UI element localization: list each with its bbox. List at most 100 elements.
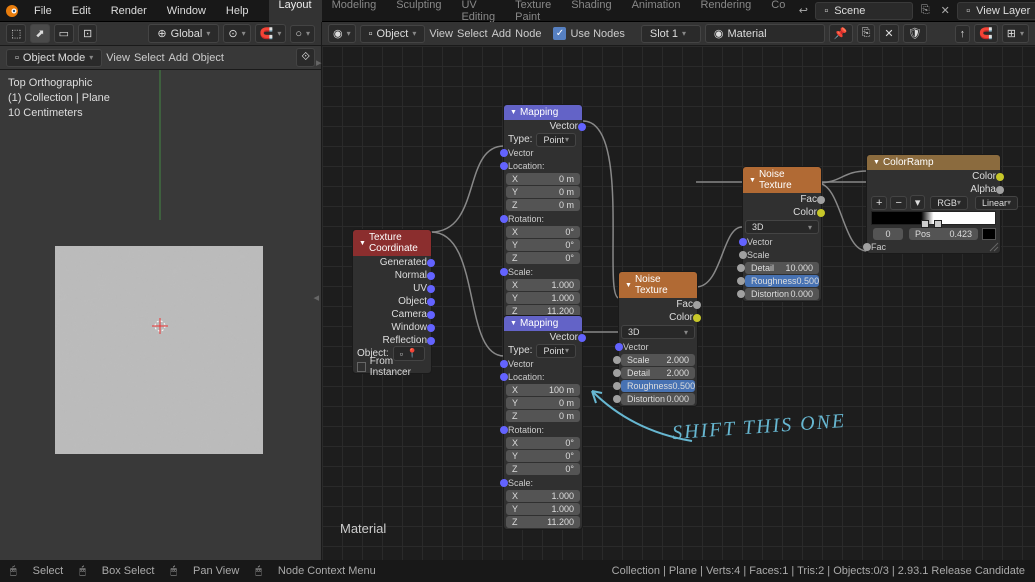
shader-editor-icon[interactable]: ◉▾ xyxy=(328,24,356,43)
socket-rotation-in[interactable] xyxy=(500,426,508,434)
scale-y[interactable]: Y1.000 xyxy=(506,292,580,304)
viewport-menu-object[interactable]: Object xyxy=(192,52,224,64)
dimensions-dropdown[interactable]: 3D▾ xyxy=(621,325,695,339)
cursor-tool-icon[interactable]: ⬈ xyxy=(30,24,49,43)
socket-scale-in[interactable] xyxy=(500,479,508,487)
snap-nodes-icon[interactable]: 🧲 xyxy=(974,24,998,43)
scene-selector[interactable]: ▫ xyxy=(815,2,913,20)
new-material-icon[interactable]: ⎘ xyxy=(857,24,876,43)
node-header[interactable]: ▼Noise Texture xyxy=(743,167,821,193)
scale-y[interactable]: Y1.000 xyxy=(506,503,580,515)
scene-name-input[interactable] xyxy=(834,5,904,17)
orientation-dropdown[interactable]: ⊕ Global ▾ xyxy=(148,24,219,43)
material-selector[interactable]: ◉ Material xyxy=(705,24,825,43)
dimensions-dropdown[interactable]: 3D▾ xyxy=(745,220,819,234)
node-menu-node[interactable]: Node xyxy=(515,28,541,40)
expand-arrow-icon[interactable]: ▸ xyxy=(316,56,322,69)
viewport-menu-view[interactable]: View xyxy=(106,52,130,64)
pivot-icon[interactable]: ⊙▾ xyxy=(223,24,250,43)
viewport-canvas[interactable] xyxy=(0,70,321,560)
socket-generated[interactable] xyxy=(427,259,435,267)
new-scene-icon[interactable]: ⎘ xyxy=(917,3,933,19)
rot-x[interactable]: X0° xyxy=(506,437,580,449)
slot-dropdown[interactable]: Slot 1▾ xyxy=(641,25,701,43)
menu-window[interactable]: Window xyxy=(157,2,216,20)
rot-z[interactable]: Z0° xyxy=(506,252,580,264)
node-menu-view[interactable]: View xyxy=(429,28,453,40)
type-dropdown[interactable]: Point▾ xyxy=(536,133,576,147)
socket-fac[interactable] xyxy=(693,301,701,309)
node-noise-texture-2[interactable]: ▼Noise Texture Fac Color 3D▾ Vector Scal… xyxy=(742,166,822,302)
socket-location-in[interactable] xyxy=(500,373,508,381)
parent-icon[interactable]: ↑ xyxy=(955,25,971,43)
node-mapping-2[interactable]: ▼Mapping Vector Type:Point▾ Vector Locat… xyxy=(503,315,583,530)
colormode-dropdown[interactable]: RGB▾ xyxy=(930,196,968,210)
use-nodes-toggle[interactable]: Use Nodes xyxy=(553,27,624,40)
node-header[interactable]: ▼Mapping xyxy=(504,316,582,331)
socket-roughness[interactable] xyxy=(737,277,745,285)
select-mode-icon[interactable]: ⊡ xyxy=(78,24,97,43)
viewlayer-selector[interactable]: ▫ xyxy=(957,2,1035,20)
menu-help[interactable]: Help xyxy=(216,2,259,20)
editor-type-icon[interactable]: ⬚ xyxy=(6,24,26,43)
roughness-field[interactable]: Roughness0.500 xyxy=(621,380,695,392)
unlink-icon[interactable]: ✕ xyxy=(879,24,898,43)
socket-vector-out[interactable] xyxy=(578,123,586,131)
loc-z[interactable]: Z0 m xyxy=(506,410,580,422)
menu-render[interactable]: Render xyxy=(101,2,157,20)
back-icon[interactable]: ↩ xyxy=(795,3,811,19)
node-header[interactable]: ▼Noise Texture xyxy=(619,272,697,298)
overlay-icon[interactable]: ⊞▾ xyxy=(1002,24,1029,43)
socket-fac-in[interactable] xyxy=(863,243,871,251)
mode-dropdown[interactable]: ▫ Object Mode ▾ xyxy=(6,49,102,67)
detail-field[interactable]: Detail2.000 xyxy=(621,367,695,379)
scale-field[interactable]: Scale2.000 xyxy=(621,354,695,366)
proportional-icon[interactable]: ○▾ xyxy=(290,25,315,43)
rot-z[interactable]: Z0° xyxy=(506,463,580,475)
node-mapping-1[interactable]: ▼Mapping Vector Type:Point▾ Vector Locat… xyxy=(503,104,583,319)
socket-reflection[interactable] xyxy=(427,337,435,345)
add-stop-icon[interactable]: + xyxy=(871,196,887,210)
detail-field[interactable]: Detail10.000 xyxy=(745,262,819,274)
loc-x[interactable]: X100 m xyxy=(506,384,580,396)
socket-color[interactable] xyxy=(996,173,1004,181)
node-header[interactable]: ▼Texture Coordinate xyxy=(353,230,431,256)
viewport-menu-add[interactable]: Add xyxy=(169,52,189,64)
stop-index[interactable]: 0 xyxy=(873,228,903,240)
fake-user-icon[interactable]: 🛡 xyxy=(903,24,927,43)
type-dropdown[interactable]: Point▾ xyxy=(536,344,576,358)
loc-y[interactable]: Y0 m xyxy=(506,397,580,409)
snap-icon[interactable]: 🧲▾ xyxy=(255,24,287,43)
rot-x[interactable]: X0° xyxy=(506,226,580,238)
node-header[interactable]: ▼ColorRamp xyxy=(867,155,1000,170)
socket-vector-in[interactable] xyxy=(739,238,747,246)
collapse-arrow-icon[interactable]: ◂ xyxy=(313,291,319,304)
socket-rotation-in[interactable] xyxy=(500,215,508,223)
node-canvas[interactable]: ▼Texture Coordinate Generated Normal UV … xyxy=(322,46,1035,560)
socket-vector-in[interactable] xyxy=(500,360,508,368)
socket-window[interactable] xyxy=(427,324,435,332)
loc-y[interactable]: Y0 m xyxy=(506,186,580,198)
viewport-gizmo-icon[interactable]: ⟐ xyxy=(296,48,315,67)
socket-normal[interactable] xyxy=(427,272,435,280)
socket-vector-in[interactable] xyxy=(500,149,508,157)
node-menu-add[interactable]: Add xyxy=(492,28,512,40)
socket-color[interactable] xyxy=(693,314,701,322)
socket-distortion[interactable] xyxy=(737,290,745,298)
close-scene-icon[interactable]: ✕ xyxy=(937,3,953,19)
shader-type-dropdown[interactable]: ▫ Object ▾ xyxy=(360,25,426,43)
checkbox-empty-icon[interactable] xyxy=(357,362,366,372)
rot-y[interactable]: Y0° xyxy=(506,450,580,462)
viewlayer-name-input[interactable] xyxy=(976,5,1035,17)
socket-vector-in[interactable] xyxy=(615,343,623,351)
menu-edit[interactable]: Edit xyxy=(62,2,101,20)
interp-dropdown[interactable]: Linear▾ xyxy=(975,196,1018,210)
socket-vector-out[interactable] xyxy=(578,334,586,342)
socket-detail[interactable] xyxy=(737,264,745,272)
socket-uv[interactable] xyxy=(427,285,435,293)
socket-object[interactable] xyxy=(427,298,435,306)
resize-handle-icon[interactable] xyxy=(988,241,1000,253)
stop-pos[interactable]: Pos0.423 xyxy=(909,228,978,240)
socket-scale-in[interactable] xyxy=(739,251,747,259)
roughness-field[interactable]: Roughness0.500 xyxy=(745,275,819,287)
